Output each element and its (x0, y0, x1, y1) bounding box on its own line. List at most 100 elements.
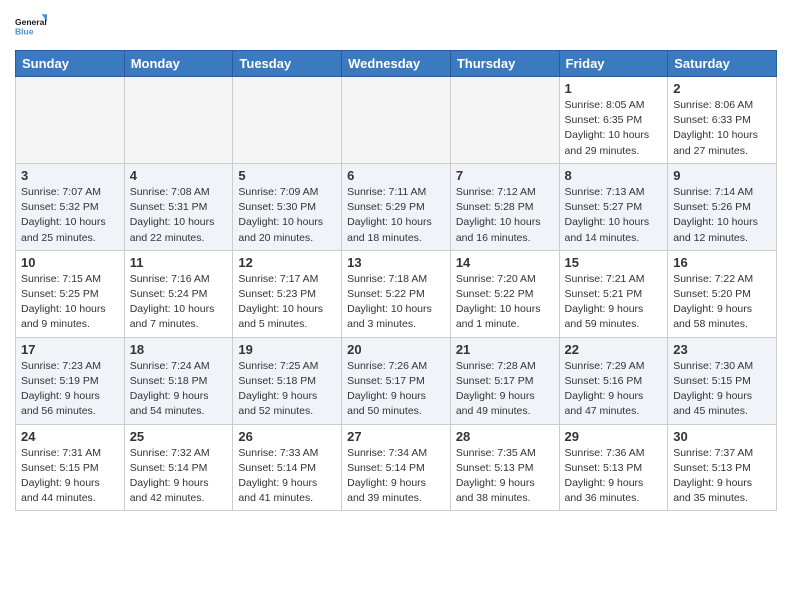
calendar-week-row: 24Sunrise: 7:31 AMSunset: 5:15 PMDayligh… (16, 424, 777, 511)
day-info: Sunrise: 7:35 AMSunset: 5:13 PMDaylight:… (456, 446, 554, 507)
day-number: 15 (565, 255, 663, 270)
calendar-cell-empty (450, 77, 559, 164)
calendar-week-row: 17 Sunrise: 7:23 AMSunset: 5:19 PMDayligh… (16, 337, 777, 424)
calendar-cell-day: 2Sunrise: 8:06 AMSunset: 6:33 PMDaylight… (668, 77, 777, 164)
weekday-header-row: SundayMondayTuesdayWednesdayThursdayFrid… (16, 51, 777, 77)
day-info: Sunrise: 7:21 AMSunset: 5:21 PMDaylight:… (565, 272, 663, 333)
day-number: 27 (347, 429, 445, 444)
day-info: Sunrise: 7:24 AMSunset: 5:18 PMDaylight:… (130, 359, 228, 420)
logo: General Blue (15, 10, 47, 42)
calendar-cell-day: 22Sunrise: 7:29 AMSunset: 5:16 PMDayligh… (559, 337, 668, 424)
calendar-cell-day: 6Sunrise: 7:11 AMSunset: 5:29 PMDaylight… (342, 163, 451, 250)
svg-text:Blue: Blue (15, 27, 34, 37)
day-number: 24 (21, 429, 119, 444)
calendar-cell-day: 9 Sunrise: 7:14 AMSunset: 5:26 PMDaylight… (668, 163, 777, 250)
calendar-cell-day: 18 Sunrise: 7:24 AMSunset: 5:18 PMDayligh… (124, 337, 233, 424)
day-number: 18 (130, 342, 228, 357)
calendar-cell-day: 5 Sunrise: 7:09 AMSunset: 5:30 PMDaylight… (233, 163, 342, 250)
svg-text:General: General (15, 17, 47, 27)
calendar-week-row: 1 Sunrise: 8:05 AMSunset: 6:35 PMDaylight… (16, 77, 777, 164)
day-info: Sunrise: 7:17 AMSunset: 5:23 PMDaylight:… (238, 272, 336, 333)
day-number: 9 (673, 168, 771, 183)
day-info: Sunrise: 7:13 AMSunset: 5:27 PMDaylight:… (565, 185, 663, 246)
calendar-cell-empty (16, 77, 125, 164)
day-number: 29 (565, 429, 663, 444)
calendar-cell-day: 17 Sunrise: 7:23 AMSunset: 5:19 PMDayligh… (16, 337, 125, 424)
calendar-week-row: 3Sunrise: 7:07 AMSunset: 5:32 PMDaylight… (16, 163, 777, 250)
weekday-header-thursday: Thursday (450, 51, 559, 77)
calendar-cell-empty (124, 77, 233, 164)
day-number: 28 (456, 429, 554, 444)
calendar-cell-day: 4 Sunrise: 7:08 AMSunset: 5:31 PMDaylight… (124, 163, 233, 250)
day-info: Sunrise: 7:28 AMSunset: 5:17 PMDaylight:… (456, 359, 554, 420)
day-number: 5 (238, 168, 336, 183)
day-number: 19 (238, 342, 336, 357)
calendar-cell-day: 15 Sunrise: 7:21 AMSunset: 5:21 PMDayligh… (559, 250, 668, 337)
calendar-cell-day: 21 Sunrise: 7:28 AMSunset: 5:17 PMDayligh… (450, 337, 559, 424)
calendar-cell-day: 1 Sunrise: 8:05 AMSunset: 6:35 PMDaylight… (559, 77, 668, 164)
day-number: 30 (673, 429, 771, 444)
day-info: Sunrise: 7:11 AMSunset: 5:29 PMDaylight:… (347, 185, 445, 246)
calendar-cell-day: 20Sunrise: 7:26 AMSunset: 5:17 PMDayligh… (342, 337, 451, 424)
calendar-cell-day: 13 Sunrise: 7:18 AMSunset: 5:22 PMDayligh… (342, 250, 451, 337)
day-info: Sunrise: 7:12 AMSunset: 5:28 PMDaylight:… (456, 185, 554, 246)
day-number: 4 (130, 168, 228, 183)
day-number: 25 (130, 429, 228, 444)
day-number: 22 (565, 342, 663, 357)
calendar-cell-empty (233, 77, 342, 164)
day-info: Sunrise: 7:14 AMSunset: 5:26 PMDaylight:… (673, 185, 771, 246)
calendar-cell-day: 7 Sunrise: 7:12 AMSunset: 5:28 PMDaylight… (450, 163, 559, 250)
day-number: 26 (238, 429, 336, 444)
day-info: Sunrise: 7:33 AMSunset: 5:14 PMDaylight:… (238, 446, 336, 507)
day-number: 7 (456, 168, 554, 183)
calendar-cell-day: 16 Sunrise: 7:22 AMSunset: 5:20 PMDayligh… (668, 250, 777, 337)
day-info: Sunrise: 7:15 AMSunset: 5:25 PMDaylight:… (21, 272, 119, 333)
day-info: Sunrise: 7:23 AMSunset: 5:19 PMDaylight:… (21, 359, 119, 420)
day-info: Sunrise: 7:37 AMSunset: 5:13 PMDaylight:… (673, 446, 771, 507)
day-info: Sunrise: 8:05 AMSunset: 6:35 PMDaylight:… (565, 98, 663, 159)
day-number: 21 (456, 342, 554, 357)
weekday-header-wednesday: Wednesday (342, 51, 451, 77)
day-info: Sunrise: 7:25 AMSunset: 5:18 PMDaylight:… (238, 359, 336, 420)
page: General Blue SundayMondayTuesdayWednesda… (0, 0, 792, 521)
header: General Blue (15, 10, 777, 42)
day-number: 23 (673, 342, 771, 357)
day-number: 2 (673, 81, 771, 96)
day-number: 1 (565, 81, 663, 96)
day-info: Sunrise: 7:30 AMSunset: 5:15 PMDaylight:… (673, 359, 771, 420)
day-number: 11 (130, 255, 228, 270)
calendar-cell-day: 25 Sunrise: 7:32 AMSunset: 5:14 PMDayligh… (124, 424, 233, 511)
day-info: Sunrise: 7:08 AMSunset: 5:31 PMDaylight:… (130, 185, 228, 246)
calendar-cell-day: 29Sunrise: 7:36 AMSunset: 5:13 PMDayligh… (559, 424, 668, 511)
calendar-cell-day: 11 Sunrise: 7:16 AMSunset: 5:24 PMDayligh… (124, 250, 233, 337)
day-number: 16 (673, 255, 771, 270)
calendar-cell-day: 30 Sunrise: 7:37 AMSunset: 5:13 PMDayligh… (668, 424, 777, 511)
day-info: Sunrise: 7:16 AMSunset: 5:24 PMDaylight:… (130, 272, 228, 333)
calendar: SundayMondayTuesdayWednesdayThursdayFrid… (15, 50, 777, 511)
day-info: Sunrise: 7:09 AMSunset: 5:30 PMDaylight:… (238, 185, 336, 246)
weekday-header-tuesday: Tuesday (233, 51, 342, 77)
day-number: 17 (21, 342, 119, 357)
day-info: Sunrise: 7:34 AMSunset: 5:14 PMDaylight:… (347, 446, 445, 507)
day-info: Sunrise: 7:26 AMSunset: 5:17 PMDaylight:… (347, 359, 445, 420)
day-number: 8 (565, 168, 663, 183)
calendar-week-row: 10Sunrise: 7:15 AMSunset: 5:25 PMDayligh… (16, 250, 777, 337)
day-number: 13 (347, 255, 445, 270)
calendar-cell-day: 14Sunrise: 7:20 AMSunset: 5:22 PMDayligh… (450, 250, 559, 337)
calendar-cell-empty (342, 77, 451, 164)
day-info: Sunrise: 7:07 AMSunset: 5:32 PMDaylight:… (21, 185, 119, 246)
day-info: Sunrise: 7:18 AMSunset: 5:22 PMDaylight:… (347, 272, 445, 333)
calendar-cell-day: 12Sunrise: 7:17 AMSunset: 5:23 PMDayligh… (233, 250, 342, 337)
calendar-cell-day: 8 Sunrise: 7:13 AMSunset: 5:27 PMDaylight… (559, 163, 668, 250)
calendar-cell-day: 23 Sunrise: 7:30 AMSunset: 5:15 PMDayligh… (668, 337, 777, 424)
logo-svg: General Blue (15, 10, 47, 42)
weekday-header-saturday: Saturday (668, 51, 777, 77)
weekday-header-friday: Friday (559, 51, 668, 77)
calendar-cell-day: 27 Sunrise: 7:34 AMSunset: 5:14 PMDayligh… (342, 424, 451, 511)
calendar-cell-day: 3Sunrise: 7:07 AMSunset: 5:32 PMDaylight… (16, 163, 125, 250)
calendar-cell-day: 26 Sunrise: 7:33 AMSunset: 5:14 PMDayligh… (233, 424, 342, 511)
calendar-cell-day: 24Sunrise: 7:31 AMSunset: 5:15 PMDayligh… (16, 424, 125, 511)
day-info: Sunrise: 7:32 AMSunset: 5:14 PMDaylight:… (130, 446, 228, 507)
day-number: 14 (456, 255, 554, 270)
day-info: Sunrise: 7:22 AMSunset: 5:20 PMDaylight:… (673, 272, 771, 333)
